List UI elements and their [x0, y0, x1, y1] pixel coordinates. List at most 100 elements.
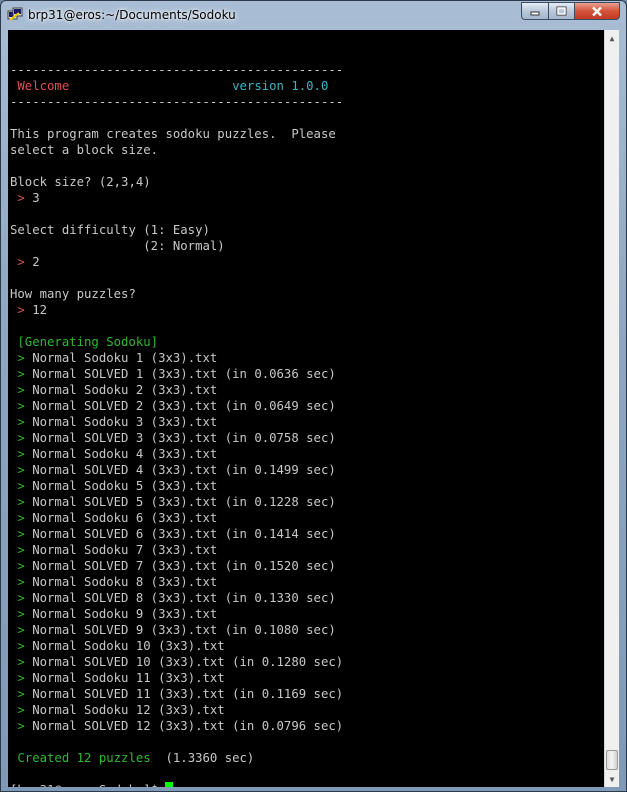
terminal-line: > Normal Sodoku 5 (3x3).txt: [10, 478, 605, 494]
terminal-line: > Normal SOLVED 6 (3x3).txt (in 0.1414 s…: [10, 526, 605, 542]
window-title: brp31@eros:~/Documents/Sodoku: [28, 8, 236, 22]
terminal-text: >: [10, 255, 33, 269]
close-icon: [592, 6, 602, 16]
terminal-text: >: [10, 559, 33, 573]
terminal-text: 2: [32, 255, 40, 269]
terminal-text: select a block size.: [10, 143, 159, 157]
terminal-text: (2: Normal): [10, 239, 225, 253]
terminal-line: > Normal Sodoku 10 (3x3).txt: [10, 638, 605, 654]
close-button[interactable]: [574, 2, 620, 20]
terminal-text: Normal SOLVED 2 (3x3).txt (in 0.0649 sec…: [32, 399, 336, 413]
terminal-text: >: [10, 623, 33, 637]
terminal-line: This program creates sodoku puzzles. Ple…: [10, 126, 605, 142]
terminal-line: ----------------------------------------…: [10, 62, 605, 78]
terminal-line: > Normal SOLVED 1 (3x3).txt (in 0.0636 s…: [10, 366, 605, 382]
scrollbar-thumb[interactable]: [606, 750, 618, 770]
terminal-window: brp31@eros:~/Documents/Sodoku ----------…: [0, 0, 627, 792]
terminal-line: > 2: [10, 254, 605, 270]
terminal-text: Normal Sodoku 3 (3x3).txt: [32, 415, 218, 429]
terminal-text: Normal SOLVED 8 (3x3).txt (in 0.1330 sec…: [32, 591, 336, 605]
terminal-text: Normal SOLVED 3 (3x3).txt (in 0.0758 sec…: [32, 431, 336, 445]
terminal-text: Normal Sodoku 1 (3x3).txt: [32, 351, 218, 365]
terminal-text: Welcome: [10, 79, 70, 93]
terminal-client-area[interactable]: ----------------------------------------…: [8, 30, 619, 787]
terminal-text: ----------------------------------------…: [10, 63, 344, 77]
scroll-down-button[interactable]: ▼: [605, 771, 619, 787]
terminal-line: Created 12 puzzles (1.3360 sec): [10, 750, 605, 766]
terminal-text: >: [10, 575, 33, 589]
putty-terminal-icon[interactable]: [7, 7, 23, 23]
terminal-text: Normal SOLVED 7 (3x3).txt (in 0.1520 sec…: [32, 559, 336, 573]
terminal-text: Normal SOLVED 10 (3x3).txt (in 0.1280 se…: [32, 655, 344, 669]
terminal-line: > Normal Sodoku 3 (3x3).txt: [10, 414, 605, 430]
terminal-line: > Normal SOLVED 12 (3x3).txt (in 0.0796 …: [10, 718, 605, 734]
minimize-icon: [530, 11, 540, 16]
terminal-text: Normal SOLVED 11 (3x3).txt (in 0.1169 se…: [32, 687, 344, 701]
terminal-text: Normal SOLVED 6 (3x3).txt (in 0.1414 sec…: [32, 527, 336, 541]
terminal-text: Normal Sodoku 12 (3x3).txt: [32, 703, 225, 717]
terminal-text: Normal SOLVED 1 (3x3).txt (in 0.0636 sec…: [32, 367, 336, 381]
window-controls: [521, 2, 620, 21]
terminal-text: >: [10, 191, 33, 205]
terminal-text: This program creates sodoku puzzles. Ple…: [10, 127, 336, 141]
terminal-text: >: [10, 591, 33, 605]
terminal-text: Normal Sodoku 7 (3x3).txt: [32, 543, 218, 557]
terminal-text: >: [10, 399, 33, 413]
prompt-line[interactable]: [brp31@eros Sodoku]$: [10, 782, 605, 787]
terminal-line: > Normal SOLVED 9 (3x3).txt (in 0.1080 s…: [10, 622, 605, 638]
terminal-text: >: [10, 367, 33, 381]
terminal-text: >: [10, 303, 33, 317]
terminal-text: 12: [32, 303, 48, 317]
terminal-text: Normal Sodoku 11 (3x3).txt: [32, 671, 225, 685]
terminal-text: Select difficulty (1: Easy): [10, 223, 210, 237]
terminal-text: >: [10, 479, 33, 493]
terminal-line: > Normal SOLVED 3 (3x3).txt (in 0.0758 s…: [10, 430, 605, 446]
terminal-text: Normal SOLVED 9 (3x3).txt (in 0.1080 sec…: [32, 623, 336, 637]
terminal-text: Block size? (2,3,4): [10, 175, 151, 189]
scroll-up-button[interactable]: ▲: [605, 30, 619, 46]
terminal-line: [Generating Sodoku]: [10, 334, 605, 350]
terminal-text: 3: [32, 191, 40, 205]
terminal-line: How many puzzles?: [10, 286, 605, 302]
terminal-text: >: [10, 431, 33, 445]
title-bar[interactable]: brp31@eros:~/Documents/Sodoku: [1, 1, 626, 29]
terminal-text: Normal Sodoku 10 (3x3).txt: [32, 639, 225, 653]
terminal-text: Normal SOLVED 5 (3x3).txt (in 0.1228 sec…: [32, 495, 336, 509]
terminal-text: >: [10, 719, 33, 733]
terminal-line: (2: Normal): [10, 238, 605, 254]
vertical-scrollbar[interactable]: ▲ ▼: [604, 30, 619, 787]
terminal-text: How many puzzles?: [10, 287, 136, 301]
terminal-line: > 3: [10, 190, 605, 206]
terminal-line: > Normal Sodoku 6 (3x3).txt: [10, 510, 605, 526]
terminal-text: >: [10, 671, 33, 685]
terminal-text: >: [10, 447, 33, 461]
terminal-text: >: [10, 655, 33, 669]
terminal-text: Normal Sodoku 9 (3x3).txt: [32, 607, 218, 621]
terminal-line: > Normal SOLVED 2 (3x3).txt (in 0.0649 s…: [10, 398, 605, 414]
terminal-text: version 1.0.0: [232, 79, 329, 93]
terminal-line: > Normal Sodoku 2 (3x3).txt: [10, 382, 605, 398]
terminal-text: >: [10, 703, 33, 717]
terminal-text: Normal Sodoku 2 (3x3).txt: [32, 383, 218, 397]
terminal-text: Normal Sodoku 4 (3x3).txt: [32, 447, 218, 461]
terminal-text: >: [10, 351, 33, 365]
maximize-button[interactable]: [548, 2, 574, 20]
terminal-line: Welcome version 1.0.0: [10, 78, 605, 94]
terminal-line: > Normal SOLVED 11 (3x3).txt (in 0.1169 …: [10, 686, 605, 702]
minimize-button[interactable]: [521, 2, 548, 20]
terminal-line: > Normal SOLVED 4 (3x3).txt (in 0.1499 s…: [10, 462, 605, 478]
terminal-text: >: [10, 495, 33, 509]
terminal-output: ----------------------------------------…: [10, 46, 605, 787]
terminal-text: Created 12 puzzles: [10, 751, 151, 765]
terminal-line: > Normal Sodoku 11 (3x3).txt: [10, 670, 605, 686]
terminal-line: > 12: [10, 302, 605, 318]
terminal-text: >: [10, 543, 33, 557]
terminal-line: > Normal Sodoku 9 (3x3).txt: [10, 606, 605, 622]
terminal-text: >: [10, 383, 33, 397]
terminal-line: > Normal Sodoku 1 (3x3).txt: [10, 350, 605, 366]
terminal-line: > Normal Sodoku 7 (3x3).txt: [10, 542, 605, 558]
